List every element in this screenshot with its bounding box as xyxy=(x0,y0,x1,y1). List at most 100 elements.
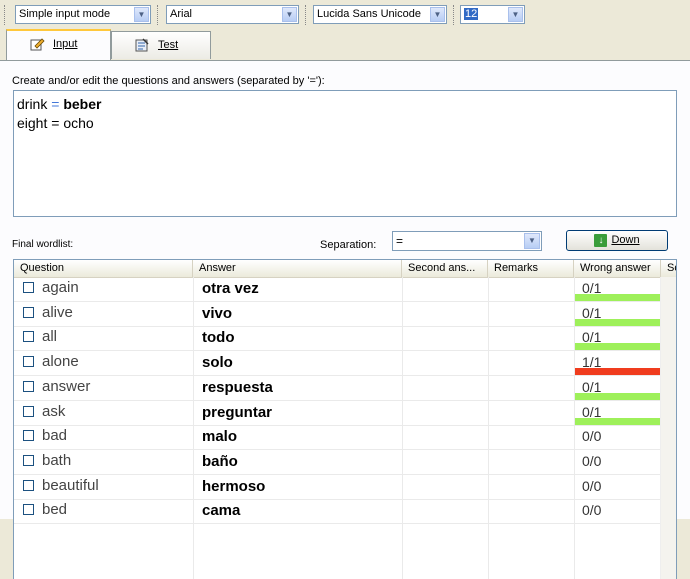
editor-question: drink xyxy=(17,96,48,112)
toolbar: Simple input mode ▼ Arial ▼ Lucida Sans … xyxy=(0,0,690,30)
wordlist-table: Question Answer Second ans... Remarks Wr… xyxy=(13,259,677,579)
row-answer: baño xyxy=(202,452,238,470)
editor-line: eight = ocho xyxy=(17,114,673,133)
chevron-down-icon[interactable]: ▼ xyxy=(508,7,523,22)
editor-separator: = xyxy=(51,96,60,112)
row-checkbox[interactable] xyxy=(23,306,34,318)
result-bar xyxy=(575,318,660,326)
editor-separator: = xyxy=(51,115,60,131)
table-row[interactable]: all todo 0/1 xyxy=(14,326,676,352)
down-button-label: Down xyxy=(611,234,640,246)
row-question: answer xyxy=(42,377,91,395)
questions-editor[interactable]: drink = beber eight = ocho xyxy=(13,90,677,217)
row-wrong-answer: 0/0 xyxy=(582,502,602,519)
column-header-answer[interactable]: Answer xyxy=(193,260,402,277)
row-checkbox[interactable] xyxy=(23,356,34,368)
row-answer: hermoso xyxy=(202,477,266,495)
row-checkbox[interactable] xyxy=(23,479,34,491)
down-button[interactable]: ↓ Down xyxy=(566,230,668,251)
row-answer: todo xyxy=(202,329,235,347)
toolbar-grip[interactable] xyxy=(157,5,160,25)
editor-answer: ocho xyxy=(63,115,94,131)
result-bar xyxy=(575,343,660,351)
table-row[interactable]: alone solo 1/1 xyxy=(14,351,676,377)
mode-select-value: Simple input mode xyxy=(19,8,111,20)
row-checkbox[interactable] xyxy=(23,380,34,392)
chevron-down-icon[interactable]: ▼ xyxy=(282,7,297,22)
column-header-question[interactable]: Question xyxy=(14,260,193,277)
row-wrong-answer: 0/0 xyxy=(582,477,602,494)
test-icon xyxy=(134,37,150,53)
chevron-down-icon[interactable]: ▼ xyxy=(430,7,445,22)
row-answer: respuesta xyxy=(202,378,273,396)
editor-answer: beber xyxy=(63,96,102,112)
row-checkbox[interactable] xyxy=(23,282,34,293)
table-header: Question Answer Second ans... Remarks Wr… xyxy=(14,260,676,278)
vertical-scrollbar[interactable] xyxy=(660,277,676,579)
table-row[interactable]: bad malo 0/0 xyxy=(14,425,676,451)
editor-prompt: Create and/or edit the questions and ans… xyxy=(12,75,325,87)
column-header-wrong-answer[interactable]: Wrong answer xyxy=(574,260,661,277)
column-header-second-answer[interactable]: Second ans... xyxy=(402,260,488,277)
row-checkbox[interactable] xyxy=(23,430,34,442)
input-panel: Create and/or edit the questions and ans… xyxy=(0,60,690,579)
table-row[interactable]: answer respuesta 0/1 xyxy=(14,376,676,401)
row-checkbox[interactable] xyxy=(23,331,34,343)
tab-test-label: Test xyxy=(158,39,179,52)
row-question: beautiful xyxy=(42,476,99,494)
row-question: alone xyxy=(42,353,79,371)
separation-select[interactable]: = ▼ xyxy=(392,231,542,251)
column-header-score[interactable]: Sc xyxy=(661,260,676,277)
tab-test[interactable]: Test xyxy=(111,31,211,59)
row-answer: malo xyxy=(202,428,238,446)
row-checkbox[interactable] xyxy=(23,405,34,417)
row-question: ask xyxy=(42,402,66,420)
wordlist-label: Final wordlist: xyxy=(12,239,74,250)
result-bar xyxy=(575,417,660,425)
font-select-value: Arial xyxy=(170,8,193,20)
row-checkbox[interactable] xyxy=(23,504,34,516)
toolbar-grip[interactable] xyxy=(305,5,308,25)
table-row[interactable]: bed cama 0/0 xyxy=(14,499,676,525)
editor-question: eight xyxy=(17,115,48,131)
row-wrong-answer: 0/0 xyxy=(582,452,602,469)
toolbar-grip[interactable] xyxy=(4,5,7,25)
font-size-value: 12 xyxy=(464,8,479,20)
row-answer: preguntar xyxy=(202,403,273,421)
chevron-down-icon[interactable]: ▼ xyxy=(134,7,149,22)
pencil-icon xyxy=(29,36,45,52)
row-question: bath xyxy=(42,451,72,469)
table-row[interactable]: bath baño 0/0 xyxy=(14,450,676,475)
result-bar xyxy=(575,368,660,376)
toolbar-grip[interactable] xyxy=(453,5,456,25)
chevron-down-icon[interactable]: ▼ xyxy=(524,233,540,249)
row-wrong-answer: 0/0 xyxy=(582,428,602,445)
font-select[interactable]: Arial ▼ xyxy=(166,5,299,24)
row-question: alive xyxy=(42,303,73,321)
separation-value: = xyxy=(396,234,404,248)
tab-input[interactable]: Input xyxy=(6,29,111,61)
editor-line: drink = beber xyxy=(17,95,673,114)
row-answer: vivo xyxy=(202,304,233,322)
mode-select[interactable]: Simple input mode ▼ xyxy=(15,5,151,24)
row-question: all xyxy=(42,328,58,346)
table-row[interactable]: again otra vez 0/1 xyxy=(14,277,676,302)
table-row[interactable]: ask preguntar 0/1 xyxy=(14,401,676,426)
row-answer: cama xyxy=(202,502,241,520)
separation-label: Separation: xyxy=(320,239,377,251)
row-question: bad xyxy=(42,427,68,445)
row-checkbox[interactable] xyxy=(23,454,34,466)
font-size-select[interactable]: 12 ▼ xyxy=(460,5,525,24)
result-bar xyxy=(575,294,660,301)
row-answer: otra vez xyxy=(202,280,259,297)
arrow-down-icon: ↓ xyxy=(594,234,608,247)
result-bar xyxy=(575,392,660,400)
row-question: bed xyxy=(42,501,68,519)
tab-strip: Input Test xyxy=(0,29,690,61)
column-header-remarks[interactable]: Remarks xyxy=(488,260,574,277)
table-row[interactable]: beautiful hermoso 0/0 xyxy=(14,475,676,500)
tab-input-label: Input xyxy=(53,38,78,51)
font-unicode-select[interactable]: Lucida Sans Unicode ▼ xyxy=(313,5,447,24)
table-row[interactable]: alive vivo 0/1 xyxy=(14,302,676,327)
font-unicode-select-value: Lucida Sans Unicode xyxy=(317,8,421,20)
